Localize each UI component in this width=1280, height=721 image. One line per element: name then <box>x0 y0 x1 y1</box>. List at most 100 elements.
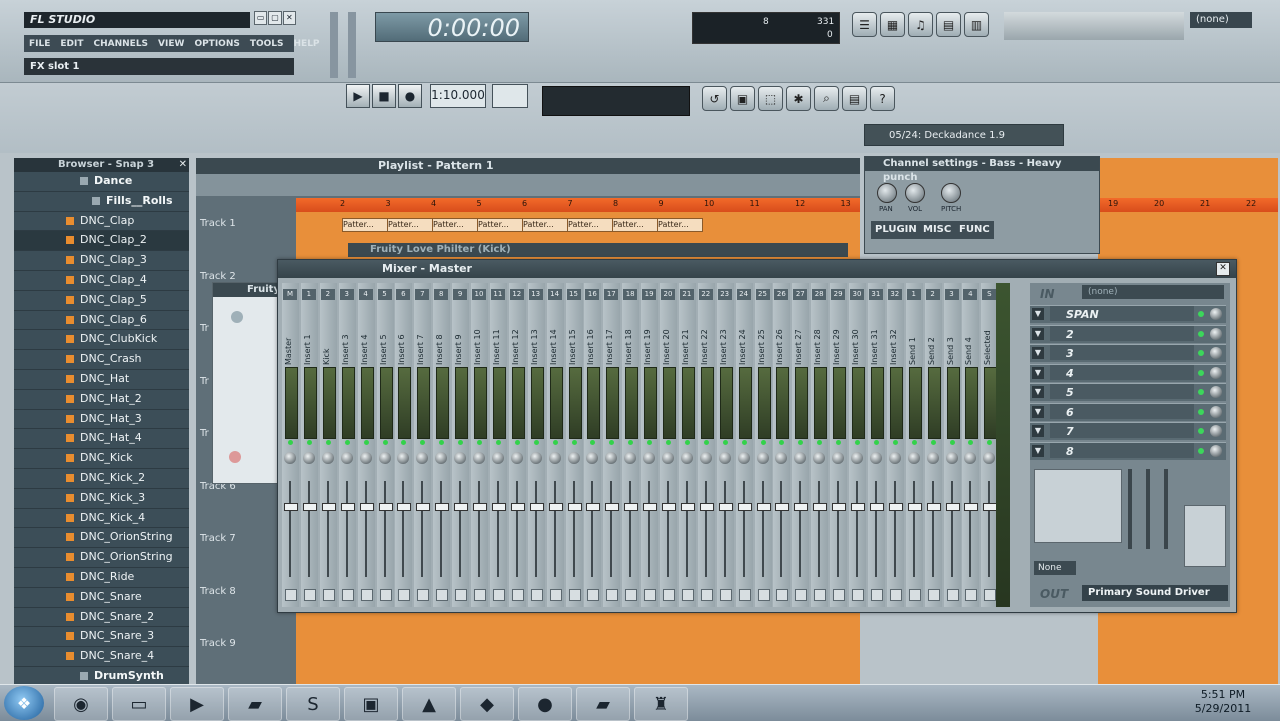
browser-item[interactable]: DNC_OrionString <box>14 548 189 568</box>
chevron-down-icon[interactable]: ▼ <box>1032 327 1044 340</box>
firefox-icon[interactable]: ◉ <box>54 687 108 721</box>
insert-pan-knob[interactable] <box>473 452 485 464</box>
clipboard-icon[interactable]: ▤ <box>842 86 867 111</box>
insert-pan-knob[interactable] <box>662 452 674 464</box>
mixer-insert[interactable]: 4 Send 4 <box>962 283 980 607</box>
browser-item[interactable]: DNC_Snare_2 <box>14 608 189 628</box>
insert-fader-cap[interactable] <box>945 503 960 511</box>
browser-item[interactable]: DNC_Hat_3 <box>14 410 189 430</box>
insert-volume-fader[interactable] <box>799 481 802 577</box>
mixer-insert[interactable]: 2 Kick <box>319 283 337 607</box>
browser-item[interactable]: DNC_Kick <box>14 449 189 469</box>
insert-fader-cap[interactable] <box>302 503 317 511</box>
insert-pan-knob[interactable] <box>284 452 296 464</box>
insert-pan-knob[interactable] <box>302 452 315 464</box>
insert-pan-knob[interactable] <box>510 452 523 464</box>
step-sequencer-icon[interactable]: ▦ <box>880 12 905 37</box>
mixer-insert[interactable]: 25 Insert 25 <box>754 283 772 607</box>
fx-slot-mix-knob[interactable] <box>1210 347 1222 359</box>
insert-volume-fader[interactable] <box>478 481 480 577</box>
insert-pan-knob[interactable] <box>832 452 845 464</box>
insert-volume-fader[interactable] <box>950 481 953 577</box>
mixer-insert[interactable]: 11 Insert 11 <box>489 283 507 607</box>
fx-slot[interactable]: ▼ 3 <box>1030 344 1226 362</box>
fx-slot-enable[interactable] <box>1198 389 1204 395</box>
insert-enable-led[interactable] <box>401 440 407 445</box>
browser-item[interactable]: Fills__Rolls <box>14 192 189 212</box>
insert-enable-led[interactable] <box>647 440 653 445</box>
fx-slot-name[interactable]: 2 <box>1050 325 1194 341</box>
fx-slot-name[interactable]: 6 <box>1050 403 1194 419</box>
insert-volume-fader[interactable] <box>534 481 537 577</box>
master-volume-slider[interactable] <box>330 12 338 78</box>
folder-icon[interactable]: ▰ <box>228 687 282 721</box>
playlist-icon[interactable]: ☰ <box>852 12 877 37</box>
fx-slot-name[interactable]: 8 <box>1050 442 1194 458</box>
insert-volume-fader[interactable] <box>780 481 783 577</box>
insert-route-button[interactable] <box>833 589 846 601</box>
insert-pan-knob[interactable] <box>851 452 863 464</box>
stop-button[interactable]: ■ <box>372 84 396 108</box>
fx-slot[interactable]: ▼ 4 <box>1030 363 1226 382</box>
insert-enable-led[interactable] <box>344 440 350 445</box>
piano-roll-icon[interactable]: ♫ <box>908 12 933 37</box>
browser-item[interactable]: Dance <box>14 172 189 192</box>
insert-volume-fader[interactable] <box>856 481 858 577</box>
tempo-display[interactable]: 1:10.000 <box>430 84 486 108</box>
insert-volume-fader[interactable] <box>648 481 651 577</box>
plugin-dropdown[interactable]: 05/24: Deckadance 1.9 <box>864 124 1064 146</box>
insert-pan-knob[interactable] <box>756 452 769 464</box>
insert-pan-knob[interactable] <box>775 452 788 464</box>
insert-route-button[interactable] <box>455 589 468 601</box>
fx-slot-mix-knob[interactable] <box>1210 386 1222 398</box>
minimize-button[interactable]: ▭ <box>254 11 268 25</box>
vlc-icon[interactable]: ▲ <box>402 687 456 721</box>
skype-icon[interactable]: S <box>286 687 340 721</box>
menu-channels[interactable]: CHANNELS <box>94 39 149 49</box>
insert-pan-knob[interactable] <box>737 452 750 464</box>
window-icon[interactable]: ▣ <box>344 687 398 721</box>
insert-pan-knob[interactable] <box>454 452 467 464</box>
mixer-insert[interactable]: 19 Insert 19 <box>641 283 659 607</box>
insert-volume-fader[interactable] <box>969 481 972 577</box>
mixer-insert[interactable]: 10 Insert 10 <box>471 283 488 607</box>
insert-pan-knob[interactable] <box>435 452 448 464</box>
fx-slot-name[interactable]: 5 <box>1050 384 1194 399</box>
insert-enable-led[interactable] <box>288 440 293 445</box>
insert-enable-led[interactable] <box>571 440 577 445</box>
insert-route-button[interactable] <box>927 589 940 601</box>
mixer-insert[interactable]: 15 Insert 15 <box>565 283 583 607</box>
mixer-insert[interactable]: 32 Insert 32 <box>886 283 904 607</box>
close-icon[interactable]: ✕ <box>179 158 187 172</box>
volume-fader[interactable] <box>1184 505 1226 567</box>
browser-item[interactable]: DNC_Clap <box>14 212 189 232</box>
insert-pan-knob[interactable] <box>548 452 561 464</box>
mixer-insert[interactable]: 7 Insert 7 <box>414 283 432 607</box>
insert-enable-led[interactable] <box>477 440 482 445</box>
insert-route-button[interactable] <box>379 589 392 601</box>
insert-fader-cap[interactable] <box>378 503 393 511</box>
insert-enable-led[interactable] <box>873 440 879 445</box>
insert-route-button[interactable] <box>663 589 675 601</box>
insert-route-button[interactable] <box>700 589 713 601</box>
pattern-clip[interactable]: Patter... <box>342 218 388 232</box>
menu-view[interactable]: VIEW <box>158 39 184 49</box>
browser-item[interactable]: DNC_Kick_4 <box>14 509 189 529</box>
maximize-button[interactable]: ▢ <box>268 11 282 25</box>
preset-selector[interactable]: (none) <box>1190 12 1252 28</box>
insert-enable-led[interactable] <box>930 440 936 445</box>
fx-slot-enable[interactable] <box>1198 369 1204 376</box>
insert-route-button[interactable] <box>795 589 808 601</box>
insert-enable-led[interactable] <box>666 440 671 445</box>
mixer-insert[interactable]: 9 Insert 9 <box>452 283 470 607</box>
fx-slot-name[interactable]: 3 <box>1050 345 1194 360</box>
pattern-clip[interactable]: Patter... <box>387 218 433 232</box>
play-button[interactable]: ▶ <box>346 84 370 108</box>
insert-pan-knob[interactable] <box>529 452 542 464</box>
insert-enable-led[interactable] <box>892 440 898 445</box>
insert-fader-cap[interactable] <box>680 503 695 511</box>
insert-fader-cap[interactable] <box>397 503 412 511</box>
insert-volume-fader[interactable] <box>307 481 310 577</box>
insert-route-button[interactable] <box>285 589 297 601</box>
pattern-controls[interactable] <box>1004 12 1184 40</box>
